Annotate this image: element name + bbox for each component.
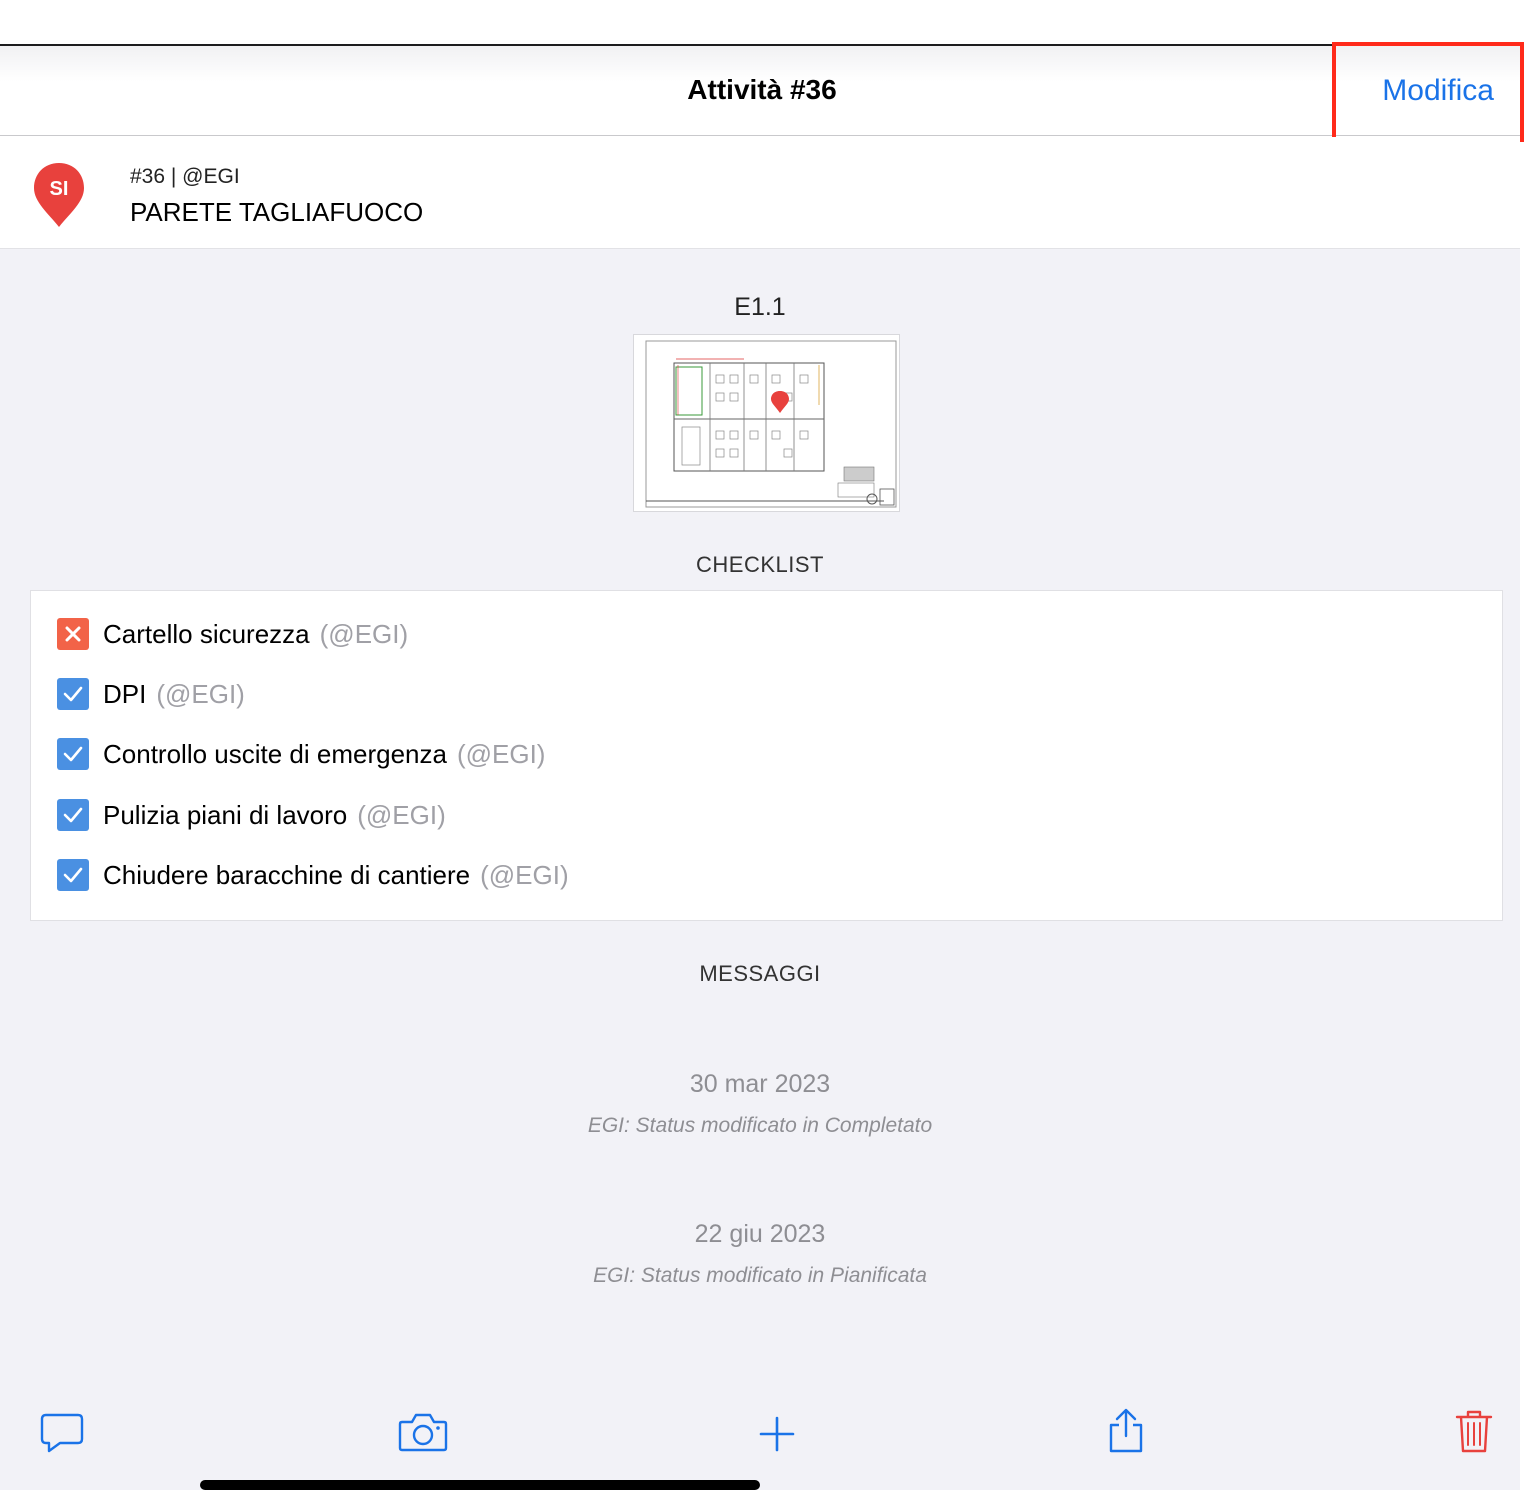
navigation-bar: Attività #36 Modifica [0,46,1524,136]
messages-title: MESSAGGI [699,961,821,986]
message-text: EGI: Status modificato in Completato [587,1114,933,1137]
checklist-item-label: Chiudere baracchine di cantiere [103,859,471,890]
plus-icon[interactable] [758,1415,796,1458]
detail-content[interactable]: E1.1 CHECKLIST Cartello sicurezza (@EGI)… [0,249,1520,1490]
message-text: EGI: Status modificato in Pianificata [593,1264,927,1287]
task-name: PARETE TAGLIAFUOCO [130,197,424,227]
check-done-icon[interactable] [57,678,89,710]
checklist-item[interactable]: DPI (@EGI) [57,674,245,714]
checklist-item[interactable]: Chiudere baracchine di cantiere (@EGI) [57,855,569,895]
screen: Attività #36 Modifica SI #36 | @EGI PARE… [0,0,1524,1490]
check-done-icon[interactable] [57,859,89,891]
plan-label: E1.1 [734,293,786,321]
message-date: 30 mar 2023 [689,1070,831,1098]
checklist-item-user: (@EGI) [480,859,569,890]
checklist-item-user: (@EGI) [156,678,245,709]
task-meta: #36 | @EGI [130,165,240,188]
checklist-title: CHECKLIST [696,552,824,577]
trash-icon[interactable] [1454,1408,1494,1459]
checklist-item[interactable]: Cartello sicurezza (@EGI) [57,614,408,654]
checklist-item-user: (@EGI) [456,738,546,769]
comment-icon[interactable] [40,1412,84,1459]
check-failed-icon[interactable] [57,618,89,650]
edit-button[interactable]: Modifica [1382,74,1494,108]
checklist-item[interactable]: Pulizia piani di lavoro (@EGI) [57,795,446,835]
check-done-icon[interactable] [57,799,89,831]
camera-icon[interactable] [398,1412,448,1457]
checklist-item-label: Pulizia piani di lavoro [103,799,348,830]
checklist-item-user: (@EGI) [319,618,409,649]
check-done-icon[interactable] [57,738,89,770]
checklist-item-user: (@EGI) [357,799,446,830]
checklist-item[interactable]: Controllo uscite di emergenza (@EGI) [57,734,545,774]
checklist-item-label: Controllo uscite di emergenza [103,738,447,769]
pin-label: SI [49,178,69,200]
checklist-card: Cartello sicurezza (@EGI) DPI (@EGI) Con… [30,590,1503,921]
task-header: SI #36 | @EGI PARETE TAGLIAFUOCO [0,137,1520,249]
plan-thumbnail[interactable] [633,334,900,512]
share-icon[interactable] [1106,1408,1146,1459]
checklist-item-label: DPI [103,678,147,709]
checklist-item-label: Cartello sicurezza [103,618,310,649]
home-indicator [200,1480,760,1490]
nav-title: Attività #36 [687,74,837,105]
message-date: 22 giu 2023 [694,1220,826,1248]
task-pin-icon: SI [32,161,86,229]
